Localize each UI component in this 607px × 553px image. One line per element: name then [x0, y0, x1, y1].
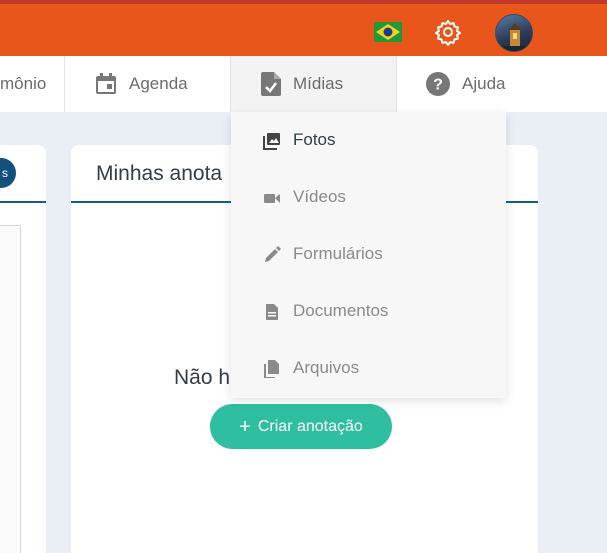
user-avatar[interactable] [495, 14, 533, 52]
notes-card-title: Minhas anota [96, 162, 223, 185]
nav-item-midias[interactable]: Mídias [231, 56, 396, 112]
file-check-icon [261, 72, 281, 96]
menu-item-formularios[interactable]: Formulários [231, 226, 506, 282]
nav-divider [64, 56, 65, 112]
menu-item-label: Arquivos [293, 358, 360, 377]
midias-dropdown-menu: Fotos Vídeos Formulários Documentos Arqu… [231, 112, 506, 398]
nav-item-label: Mídias [293, 74, 344, 93]
nav-item-label: mônio [0, 74, 47, 93]
help-circle-icon: ? [426, 72, 450, 96]
menu-item-label: Documentos [293, 301, 389, 320]
nav-item-label: Agenda [129, 74, 188, 93]
nav-divider [396, 56, 397, 112]
main-nav: mônio Agenda Mídias ? Ajuda [0, 56, 607, 112]
left-card: s [0, 145, 46, 553]
nav-item-agenda[interactable]: Agenda [95, 56, 188, 112]
menu-item-fotos[interactable]: Fotos [231, 112, 506, 168]
card-divider [0, 201, 46, 203]
plus-icon: + [239, 415, 251, 438]
nav-item-ajuda[interactable]: ? Ajuda [426, 56, 505, 112]
pencil-icon [265, 246, 281, 262]
left-card-badge[interactable]: s [0, 158, 16, 188]
create-note-label: Criar anotação [257, 417, 363, 435]
menu-item-arquivos[interactable]: Arquivos [231, 340, 506, 396]
menu-item-label: Fotos [293, 130, 336, 149]
menu-item-videos[interactable]: Vídeos [231, 169, 506, 225]
menu-item-label: Vídeos [293, 187, 346, 206]
left-card-panel [0, 225, 21, 553]
top-bar [0, 0, 607, 56]
create-note-button[interactable]: + Criar anotação [210, 404, 392, 449]
video-icon [264, 194, 280, 203]
gear-icon[interactable] [434, 18, 462, 46]
photo-icon [263, 133, 280, 150]
empty-state-text: Não h [174, 366, 231, 389]
menu-item-documentos[interactable]: Documentos [231, 283, 506, 339]
document-icon [266, 304, 278, 320]
menu-item-label: Formulários [293, 244, 383, 263]
calendar-icon [96, 73, 116, 94]
nav-item-patrimonio[interactable]: mônio [0, 56, 46, 112]
svg-text:?: ? [433, 77, 443, 94]
nav-item-label: Ajuda [462, 74, 506, 93]
files-icon [264, 360, 279, 378]
brazil-flag-icon[interactable] [374, 22, 402, 42]
